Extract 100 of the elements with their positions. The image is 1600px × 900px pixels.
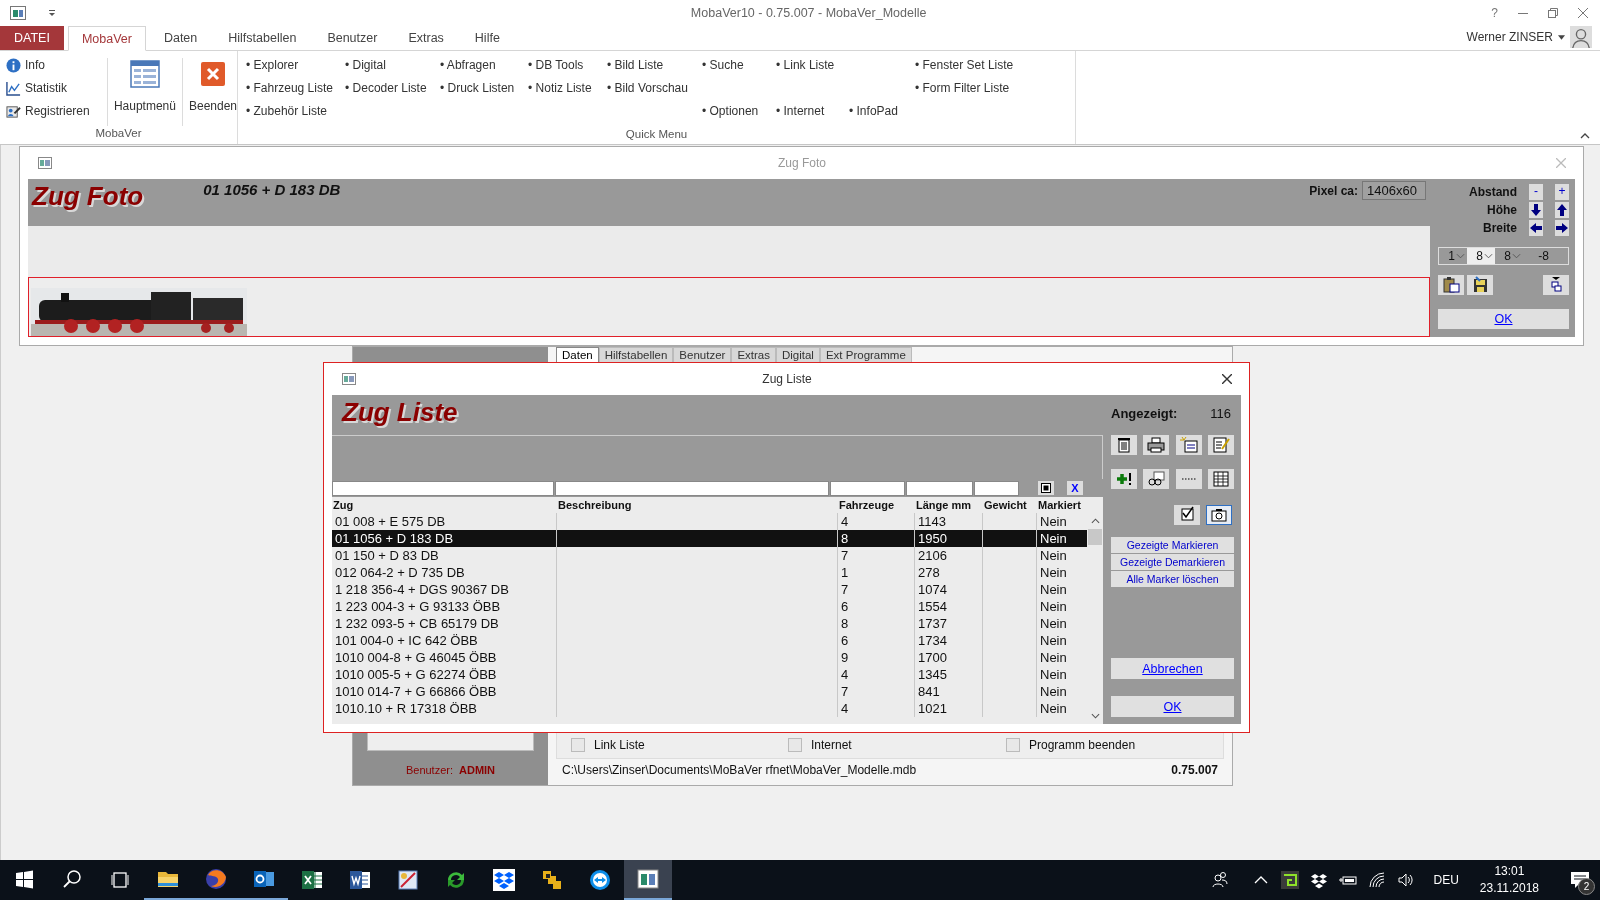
- camera-icon[interactable]: [1206, 505, 1232, 525]
- link-button[interactable]: Alle Marker löschen: [1111, 571, 1234, 587]
- ribbon-button[interactable]: Registrieren: [6, 102, 101, 120]
- quick-menu-item[interactable]: • Abfragen: [440, 58, 496, 81]
- scrollbar-thumb[interactable]: [1088, 529, 1102, 545]
- checkbox[interactable]: [1006, 738, 1020, 752]
- clock[interactable]: 13:01 23.11.2018: [1479, 863, 1539, 897]
- form-tab[interactable]: Digital: [775, 347, 820, 362]
- ribbon-button[interactable]: Hauptmenü: [113, 56, 176, 126]
- print-icon[interactable]: [1143, 435, 1170, 455]
- ribbon-tab[interactable]: Benutzer: [314, 26, 391, 50]
- link-button[interactable]: Gezeigte Markieren: [1111, 537, 1234, 553]
- save-icon[interactable]: [1467, 275, 1493, 295]
- ribbon-button[interactable]: Beenden: [188, 56, 237, 126]
- app-icon[interactable]: [10, 5, 26, 20]
- taskbar-app[interactable]: [624, 860, 672, 900]
- quick-menu-item[interactable]: • Druck Listen: [440, 81, 515, 104]
- ok-button[interactable]: OK: [1438, 309, 1569, 329]
- ribbon-tab[interactable]: MobaVer: [67, 26, 146, 51]
- ribbon-tab[interactable]: DATEI: [0, 26, 64, 50]
- quick-menu-item[interactable]: • Decoder Liste: [345, 81, 427, 104]
- quick-menu-item[interactable]: • Bild Liste: [607, 58, 664, 81]
- quick-menu-item[interactable]: • Internet: [776, 104, 825, 127]
- avatar-icon[interactable]: [1570, 26, 1592, 48]
- table-row[interactable]: 1 218 356-4 + DGS 90367 DB 7 1074 Nein: [332, 581, 1087, 598]
- ribbon-tab[interactable]: Extras: [395, 26, 457, 50]
- adjust-button[interactable]: -: [1529, 184, 1543, 200]
- column-header[interactable]: Markiert: [1037, 499, 1087, 511]
- filter-field[interactable]: [555, 480, 829, 496]
- quick-menu-item[interactable]: • Suche: [702, 58, 744, 81]
- people-icon[interactable]: [1210, 870, 1231, 890]
- language-indicator[interactable]: DEU: [1433, 873, 1459, 887]
- search-icon[interactable]: [1143, 469, 1170, 489]
- user-name[interactable]: Werner ZINSER: [1466, 30, 1553, 44]
- ribbon-button[interactable]: Info: [6, 56, 101, 74]
- add-icon[interactable]: [1111, 469, 1137, 489]
- quick-menu-item[interactable]: • Zubehör Liste: [246, 104, 327, 127]
- quick-menu-item[interactable]: • Link Liste: [776, 58, 835, 81]
- checkbox[interactable]: [788, 738, 802, 752]
- filter-field[interactable]: [906, 480, 973, 496]
- close-icon[interactable]: [1222, 374, 1232, 384]
- quick-menu-item[interactable]: • Digital: [345, 58, 386, 81]
- checkbox-icon[interactable]: [1174, 505, 1200, 525]
- filter-field[interactable]: [830, 480, 905, 496]
- table-row[interactable]: 1010.10 + R 17318 ÖBB 4 1021 Nein: [332, 700, 1087, 717]
- form-tab[interactable]: Extras: [731, 347, 776, 362]
- quick-menu-item[interactable]: • InfoPad: [849, 104, 898, 127]
- form-tab[interactable]: Benutzer: [673, 347, 732, 362]
- table-row[interactable]: 1010 005-5 + G 62274 ÖBB 4 1345 Nein: [332, 666, 1087, 683]
- scroll-up-icon[interactable]: [1090, 518, 1100, 524]
- table-row[interactable]: 1 223 004-3 + G 93133 ÖBB 6 1554 Nein: [332, 598, 1087, 615]
- arrow-up-icon[interactable]: [1555, 202, 1569, 218]
- column-header[interactable]: Gewicht: [983, 499, 1037, 511]
- table-row[interactable]: 1010 004-8 + G 46045 ÖBB 9 1700 Nein: [332, 649, 1087, 666]
- column-header[interactable]: Fahrzeuge: [838, 499, 915, 511]
- quick-menu-item[interactable]: • Notiz Liste: [528, 81, 592, 104]
- quick-menu-item[interactable]: • Optionen: [702, 104, 759, 127]
- adjust-button[interactable]: +: [1555, 184, 1569, 200]
- caret-icon[interactable]: [48, 8, 56, 17]
- table-row[interactable]: 012 064-2 + D 735 DB 1 278 Nein: [332, 564, 1087, 581]
- table-row[interactable]: 01 1056 + D 183 DB 8 1950 Nein: [332, 530, 1087, 547]
- link-button[interactable]: Gezeigte Demarkieren: [1111, 554, 1234, 570]
- tray-app-icon[interactable]: [1280, 870, 1301, 890]
- checkbox[interactable]: [571, 738, 585, 752]
- filter-field[interactable]: [974, 480, 1019, 496]
- quick-menu-item[interactable]: • DB Tools: [528, 58, 584, 81]
- caret-icon[interactable]: [1558, 34, 1565, 40]
- filter-field[interactable]: [332, 480, 554, 496]
- dropdown[interactable]: 8: [1467, 248, 1495, 264]
- layers-icon[interactable]: [1543, 275, 1569, 295]
- restore-icon[interactable]: [1548, 7, 1558, 18]
- column-header[interactable]: Zug: [332, 499, 557, 511]
- new-record-icon[interactable]: [1175, 435, 1202, 455]
- ok-button[interactable]: OK: [1111, 696, 1234, 717]
- ribbon-tab[interactable]: Hilfe: [461, 26, 513, 50]
- quick-menu-item[interactable]: • Form Filter Liste: [915, 81, 1010, 104]
- ribbon-tab[interactable]: Hilfstabellen: [215, 26, 310, 50]
- quick-menu-item[interactable]: • Fenster Set Liste: [915, 58, 1014, 81]
- form-tab[interactable]: Daten: [556, 347, 599, 362]
- table-row[interactable]: 01 150 + D 83 DB 7 2106 Nein: [332, 547, 1087, 564]
- form-tab[interactable]: Ext Programme: [819, 347, 912, 362]
- stop-icon[interactable]: [1038, 481, 1054, 495]
- ribbon-button[interactable]: Statistik: [6, 79, 101, 97]
- table-row[interactable]: 1 232 093-5 + CB 65179 DB 8 1737 Nein: [332, 615, 1087, 632]
- column-header[interactable]: Beschreibung: [557, 499, 838, 511]
- arrow-down-icon[interactable]: [1529, 202, 1543, 218]
- table-row[interactable]: 101 004-0 + IC 642 ÖBB 6 1734 Nein: [332, 632, 1087, 649]
- paste-icon[interactable]: [1438, 275, 1464, 295]
- scroll-down-icon[interactable]: [1090, 713, 1100, 719]
- quick-menu-item[interactable]: • Bild Vorschau: [607, 81, 688, 104]
- table-icon[interactable]: [1208, 469, 1234, 489]
- column-header[interactable]: Länge mm: [915, 499, 983, 511]
- clear-filter-button[interactable]: X: [1067, 481, 1083, 495]
- collapse-icon[interactable]: [1580, 133, 1590, 139]
- arrow-right-icon[interactable]: [1555, 220, 1569, 236]
- help-button[interactable]: ?: [1491, 5, 1498, 20]
- trash-icon[interactable]: [1111, 435, 1137, 455]
- edit-icon[interactable]: [1208, 435, 1234, 455]
- cancel-button[interactable]: Abbrechen: [1111, 658, 1234, 679]
- arrow-left-icon[interactable]: [1529, 220, 1543, 236]
